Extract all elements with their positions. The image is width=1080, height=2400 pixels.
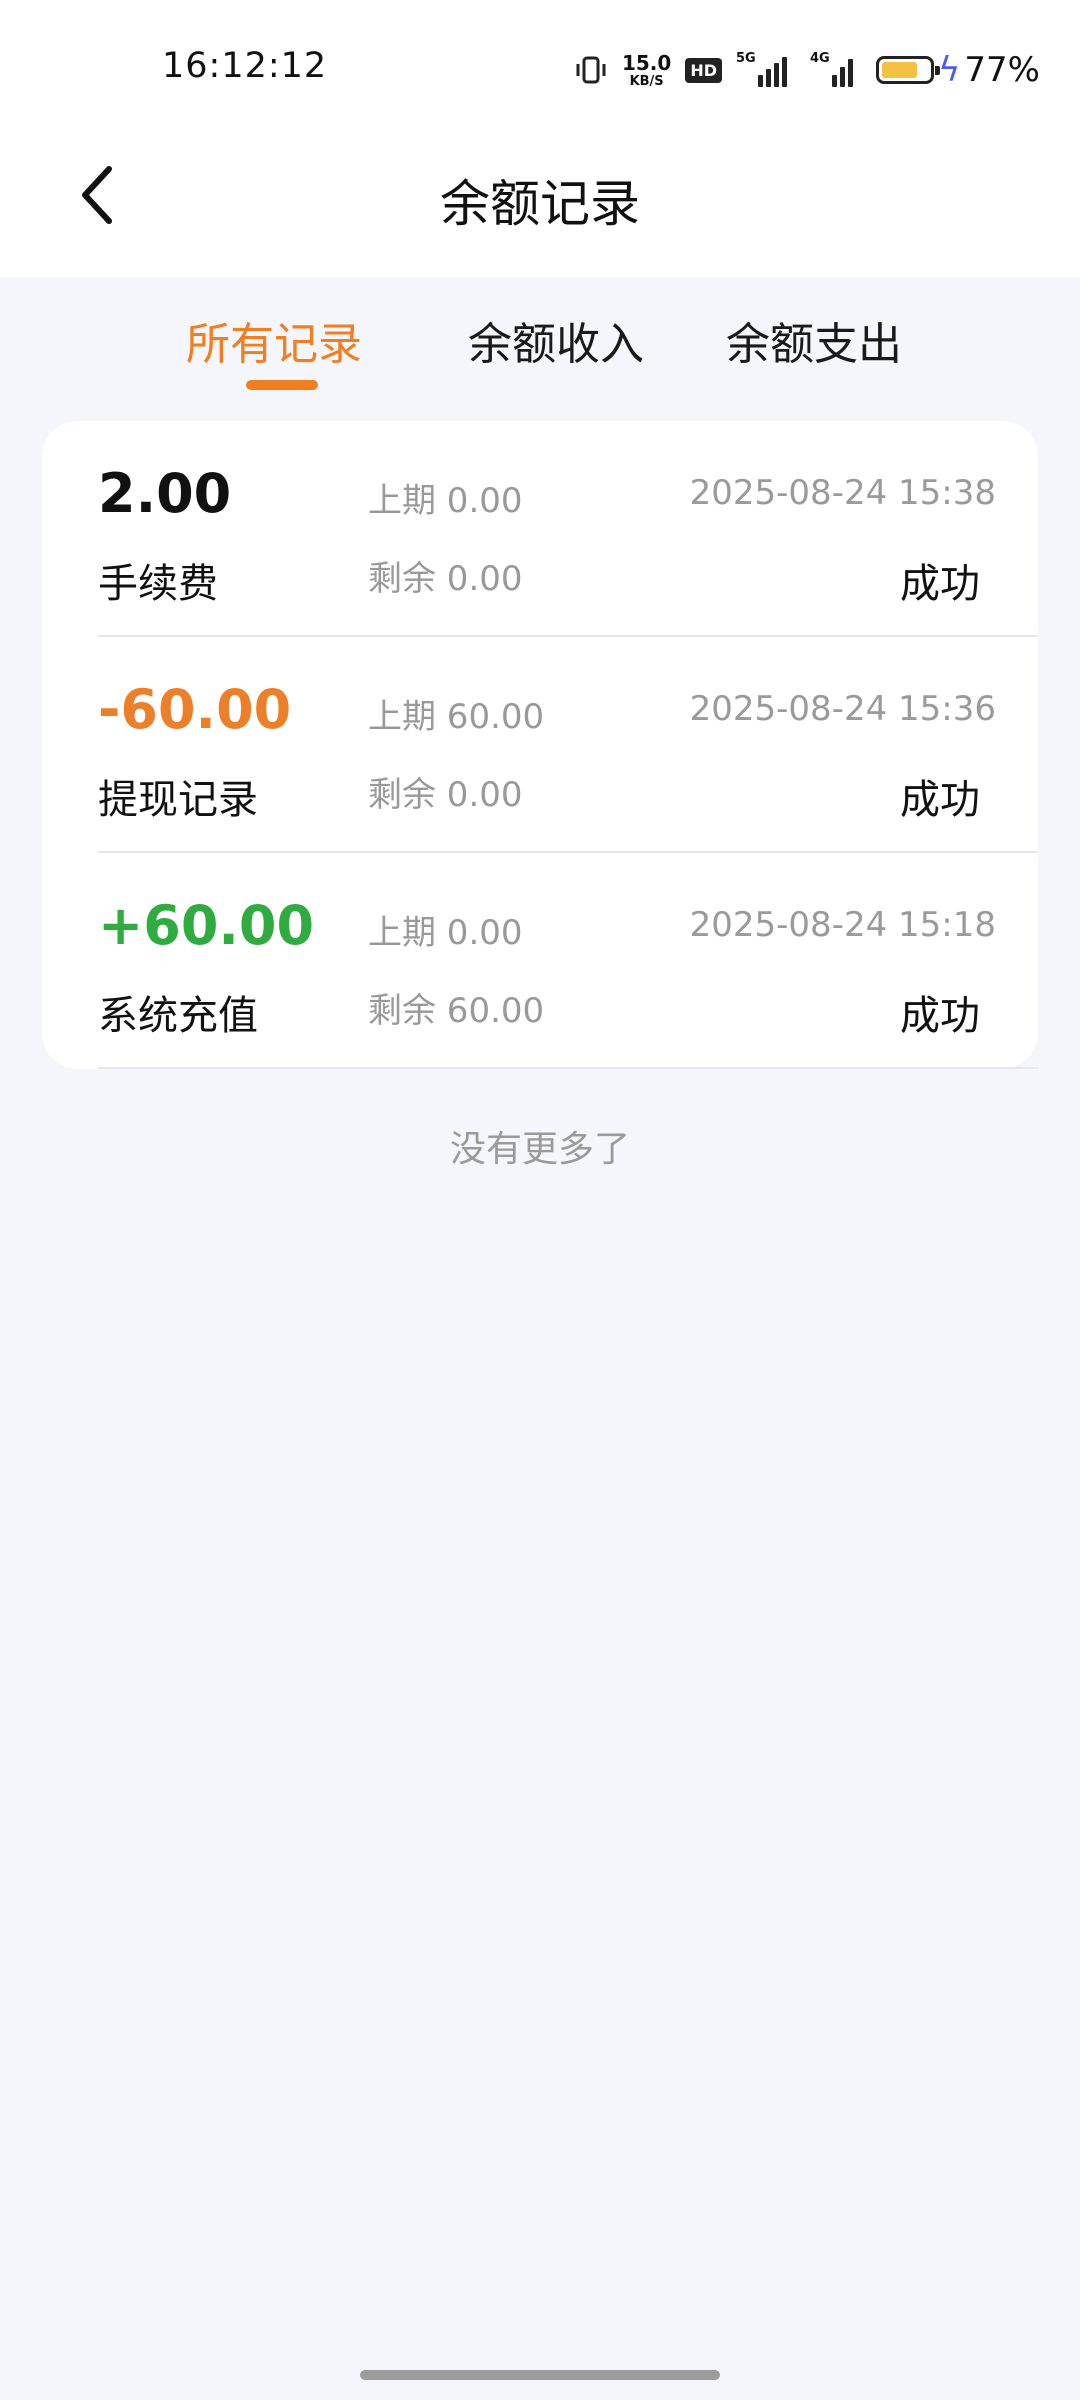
tab-balance-income[interactable]: 余额收入 bbox=[468, 308, 644, 372]
signal-4g-label: 4G bbox=[809, 51, 830, 66]
record-type: 手续费 bbox=[98, 561, 218, 607]
record-remaining-balance: 剩余 0.00 bbox=[368, 559, 523, 599]
list-item[interactable]: +60.00 系统充值 上期 0.00 剩余 60.00 2025-08-24 … bbox=[98, 853, 1038, 1069]
record-previous-balance: 上期 60.00 bbox=[368, 697, 545, 737]
record-status: 成功 bbox=[900, 561, 980, 607]
record-time: 2025-08-24 15:18 bbox=[689, 905, 996, 945]
hd-icon: HD bbox=[685, 57, 722, 83]
net-speed-value: 15.0 bbox=[621, 50, 672, 75]
record-amount: +60.00 bbox=[98, 894, 315, 957]
home-indicator[interactable] bbox=[360, 2370, 720, 2380]
record-previous-balance: 上期 0.00 bbox=[368, 913, 523, 953]
record-type: 提现记录 bbox=[98, 777, 258, 823]
signal-5g-icon: 5G bbox=[735, 51, 796, 87]
list-item[interactable]: -60.00 提现记录 上期 60.00 剩余 0.00 2025-08-24 … bbox=[98, 637, 1038, 853]
record-time: 2025-08-24 15:36 bbox=[689, 689, 996, 729]
record-status: 成功 bbox=[900, 777, 980, 823]
record-type: 系统充值 bbox=[98, 993, 258, 1039]
tab-balance-expense[interactable]: 余额支出 bbox=[726, 308, 902, 372]
status-time: 16:12:12 bbox=[162, 46, 328, 86]
records-card: 2.00 手续费 上期 0.00 剩余 0.00 2025-08-24 15:3… bbox=[42, 421, 1038, 1069]
net-speed-unit: KB/S bbox=[629, 73, 664, 89]
tab-bar: 所有记录 余额收入 余额支出 bbox=[0, 300, 1080, 400]
list-item[interactable]: 2.00 手续费 上期 0.00 剩余 0.00 2025-08-24 15:3… bbox=[98, 421, 1038, 637]
status-icons: 15.0 KB/S HD 5G 4G ϟ 77% bbox=[560, 48, 1040, 92]
record-time: 2025-08-24 15:38 bbox=[689, 473, 996, 513]
net-speed: 15.0 KB/S bbox=[622, 53, 671, 88]
record-remaining-balance: 剩余 60.00 bbox=[368, 991, 545, 1031]
record-status: 成功 bbox=[900, 993, 980, 1039]
charging-bolt-icon: ϟ bbox=[937, 50, 961, 90]
battery-percent: 77% bbox=[964, 50, 1040, 90]
page-title: 余额记录 bbox=[440, 175, 640, 233]
battery-icon bbox=[875, 56, 940, 84]
tab-active-indicator bbox=[246, 380, 318, 390]
signal-5g-label: 5G bbox=[735, 51, 756, 66]
vibrate-icon bbox=[574, 55, 608, 85]
record-remaining-balance: 剩余 0.00 bbox=[368, 775, 523, 815]
record-previous-balance: 上期 0.00 bbox=[368, 481, 523, 521]
signal-4g-icon: 4G bbox=[809, 51, 862, 87]
tab-all-records[interactable]: 所有记录 bbox=[186, 308, 362, 372]
no-more-text: 没有更多了 bbox=[449, 1129, 630, 1170]
record-amount: 2.00 bbox=[98, 462, 232, 525]
status-bar: 16:12:12 15.0 KB/S HD 5G 4G ϟ 77% bbox=[0, 0, 1080, 140]
record-amount: -60.00 bbox=[98, 678, 292, 741]
hd-label: HD bbox=[685, 57, 722, 83]
header: 余额记录 bbox=[0, 140, 1080, 250]
